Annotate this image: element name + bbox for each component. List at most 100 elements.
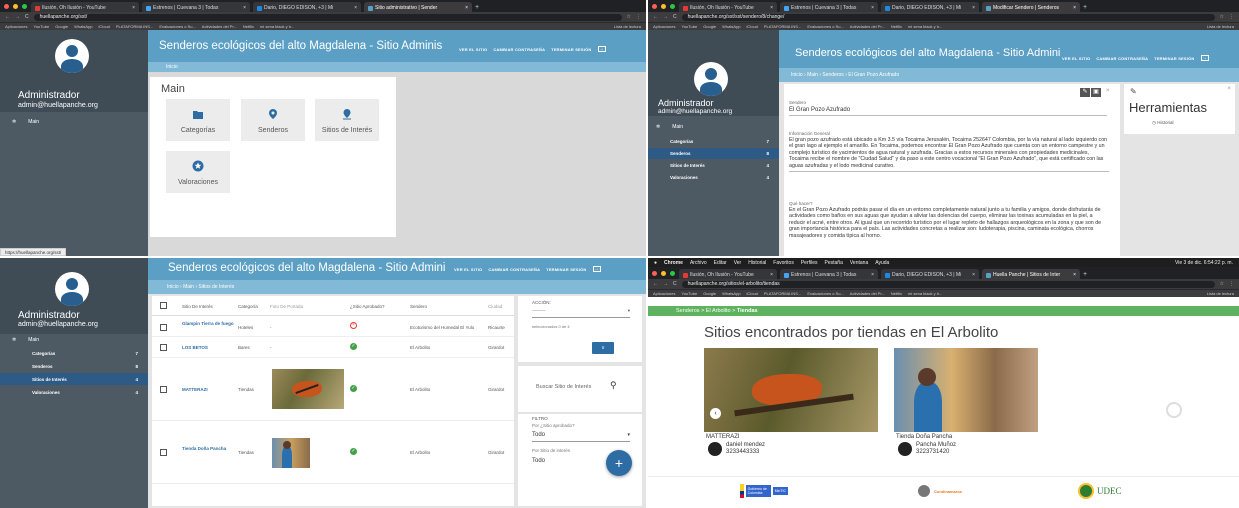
bookmark-item[interactable]: Aplicaciones bbox=[653, 24, 675, 29]
bookmark-item[interactable]: PLATAFORMA INS... bbox=[764, 291, 801, 296]
browser-tab[interactable]: Ilusión, Oh Ilusión - YouTube × bbox=[31, 2, 139, 12]
extensions-icon[interactable]: ⋮ bbox=[1229, 14, 1234, 20]
sidebar-item-senderos[interactable]: Senderos 8 bbox=[648, 148, 779, 159]
bookmark-item[interactable]: Actividades del Pr... bbox=[850, 24, 885, 29]
column-header[interactable]: Foto De Portada bbox=[270, 304, 303, 309]
sitio-name-link[interactable]: Tienda Doña Pancha bbox=[182, 446, 230, 452]
column-header[interactable]: Categoría bbox=[238, 304, 258, 309]
filter1-select[interactable]: Todo ▾ bbox=[532, 432, 630, 442]
reading-list-button[interactable]: Lista de lectura bbox=[614, 24, 641, 29]
star-icon[interactable]: ☆ bbox=[1220, 281, 1224, 287]
reload-icon[interactable]: C bbox=[673, 14, 677, 20]
star-icon[interactable]: ☆ bbox=[1220, 14, 1224, 20]
bookmark-item[interactable]: Aplicaciones bbox=[653, 291, 675, 296]
extensions-icon[interactable]: ⋮ bbox=[1229, 281, 1234, 287]
menu-item[interactable]: Favoritos bbox=[773, 260, 794, 266]
bookmark-item[interactable]: iCloud bbox=[747, 24, 758, 29]
bookmark-item[interactable]: Actividades del Pr... bbox=[202, 24, 237, 29]
row-checkbox[interactable] bbox=[160, 386, 167, 393]
browser-tab[interactable]: Estrenos | Cuevana 3 | Todas × bbox=[142, 2, 250, 12]
close-window-icon[interactable] bbox=[652, 271, 657, 276]
tile-valoraciones[interactable]: Valoraciones bbox=[166, 151, 230, 193]
menu-item[interactable]: Perfiles bbox=[801, 260, 818, 266]
menu-item[interactable]: Chrome bbox=[664, 260, 683, 266]
bookmark-item[interactable]: WhatsApp bbox=[74, 24, 92, 29]
bookmark-item[interactable]: WhatsApp bbox=[722, 24, 740, 29]
menu-item[interactable]: Ayuda bbox=[875, 260, 889, 266]
bookmark-item[interactable]: Netflix bbox=[243, 24, 254, 29]
view-site-link[interactable]: VER EL SITIO bbox=[459, 47, 487, 52]
table-row[interactable]: Tienda Doña Pancha Tiendas ✓ El Arbolito… bbox=[152, 422, 514, 484]
bookmark-item[interactable]: Netflix bbox=[891, 291, 902, 296]
close-tab-icon[interactable]: × bbox=[129, 5, 135, 11]
close-tab-icon[interactable]: × bbox=[868, 272, 874, 278]
bookmark-item[interactable]: iCloud bbox=[99, 24, 110, 29]
go-button[interactable]: Ir bbox=[592, 342, 614, 354]
minimize-window-icon[interactable] bbox=[661, 4, 666, 9]
info-textarea[interactable]: El gran pozo azufrado está ubicado a Km … bbox=[789, 137, 1109, 173]
url-input[interactable]: huellapanche.org/sst/sst/sendero/8/chang… bbox=[681, 13, 1215, 21]
search-icon[interactable]: ⚲ bbox=[610, 380, 617, 391]
bookmark-item[interactable]: mi sena black y tr... bbox=[260, 24, 294, 29]
sidebar-item-categorias[interactable]: Categorías 7 bbox=[648, 136, 779, 147]
reading-list-button[interactable]: Lista de lectura bbox=[1207, 24, 1234, 29]
browser-tab[interactable]: Dario, DIEGO EDISON, +3 | Mi × bbox=[881, 269, 979, 279]
column-header[interactable]: Sendero bbox=[410, 304, 427, 309]
bookmark-item[interactable]: Google bbox=[55, 24, 68, 29]
filter2-select[interactable]: Todo bbox=[532, 458, 604, 468]
extensions-icon[interactable]: ⋮ bbox=[636, 14, 641, 20]
site-card[interactable]: Tienda Doña Pancha Pancha Muñoz 32237314… bbox=[894, 348, 1038, 460]
row-checkbox[interactable] bbox=[160, 344, 167, 351]
reading-list-button[interactable]: Lista de lectura bbox=[1207, 291, 1234, 296]
forward-icon[interactable]: → bbox=[663, 14, 668, 20]
logout-icon[interactable]: → bbox=[597, 46, 606, 52]
forward-icon[interactable]: → bbox=[15, 14, 20, 20]
bookmark-item[interactable]: YouTube bbox=[681, 291, 697, 296]
column-header[interactable]: ¿Sitio Aprobado? bbox=[350, 304, 385, 309]
change-password-link[interactable]: CAMBIAR CONTRASEÑA bbox=[493, 47, 545, 52]
menu-item[interactable]: Pestaña bbox=[825, 260, 843, 266]
back-icon[interactable]: ← bbox=[5, 14, 10, 20]
url-input[interactable]: huellapanche.org/sitios/el-arbolito/tien… bbox=[681, 280, 1215, 288]
browser-tab-active[interactable]: Huella Panche | Sitios de Inter × bbox=[982, 269, 1080, 279]
row-checkbox[interactable] bbox=[160, 324, 167, 331]
add-button[interactable]: + bbox=[606, 450, 632, 476]
new-tab-icon[interactable]: + bbox=[475, 4, 479, 11]
sidebar-item-main[interactable]: ✲ Main bbox=[6, 337, 39, 343]
close-window-icon[interactable] bbox=[652, 4, 657, 9]
browser-tab[interactable]: Ilusión, Oh Ilusión - YouTube × bbox=[679, 269, 777, 279]
close-tab-icon[interactable]: × bbox=[767, 272, 773, 278]
tile-sitios-interes[interactable]: Sitios de Interés bbox=[315, 99, 379, 141]
reload-icon[interactable]: C bbox=[673, 281, 677, 287]
column-header[interactable]: Ciudad bbox=[488, 304, 502, 309]
bookmark-item[interactable]: YouTube bbox=[33, 24, 49, 29]
edit-icon[interactable]: ✎ bbox=[1080, 88, 1090, 97]
logout-link[interactable]: TERMINAR SESIÓN bbox=[551, 47, 591, 52]
logout-icon[interactable]: → bbox=[1200, 55, 1209, 61]
bookmark-item[interactable]: mi sena black y tr... bbox=[908, 291, 942, 296]
sitio-name-link[interactable]: MATTERAZI bbox=[182, 387, 208, 392]
logout-icon[interactable]: → bbox=[592, 266, 601, 272]
table-row[interactable]: LOS BETOS Bares - ✓ El Arbolito Girardot bbox=[152, 338, 514, 358]
bookmark-item[interactable]: Evaluaciones o Su... bbox=[159, 24, 195, 29]
reload-icon[interactable]: C bbox=[25, 14, 29, 20]
browser-tab[interactable]: Estrenos | Cuevana 3 | Todas × bbox=[780, 269, 878, 279]
bookmark-item[interactable]: Evaluaciones o Su... bbox=[807, 291, 843, 296]
close-tab-icon[interactable]: × bbox=[1070, 272, 1076, 278]
close-window-icon[interactable] bbox=[4, 4, 9, 9]
sendero-field[interactable]: El Gran Pozo Azufrado bbox=[789, 107, 1107, 116]
star-icon[interactable]: ☆ bbox=[627, 14, 631, 20]
sidebar-item-senderos[interactable]: Senderos 8 bbox=[0, 360, 148, 372]
maximize-window-icon[interactable] bbox=[22, 4, 27, 9]
menu-item[interactable]: Editar bbox=[714, 260, 727, 266]
bookmark-item[interactable]: Netflix bbox=[891, 24, 902, 29]
tile-senderos[interactable]: Senderos bbox=[241, 99, 305, 141]
history-link[interactable]: ◷ Historial bbox=[1152, 120, 1173, 126]
close-tab-icon[interactable]: × bbox=[868, 5, 874, 11]
close-icon[interactable]: × bbox=[1106, 88, 1110, 94]
close-tab-icon[interactable]: × bbox=[240, 5, 246, 11]
sidebar-item-sitios[interactable]: Sitios de Interés 4 bbox=[0, 373, 148, 385]
bookmark-item[interactable]: PLATAFORMA INS... bbox=[116, 24, 153, 29]
sidebar-item-main[interactable]: ✲ Main bbox=[6, 119, 39, 125]
carousel-prev-icon[interactable]: ‹ bbox=[710, 408, 721, 419]
